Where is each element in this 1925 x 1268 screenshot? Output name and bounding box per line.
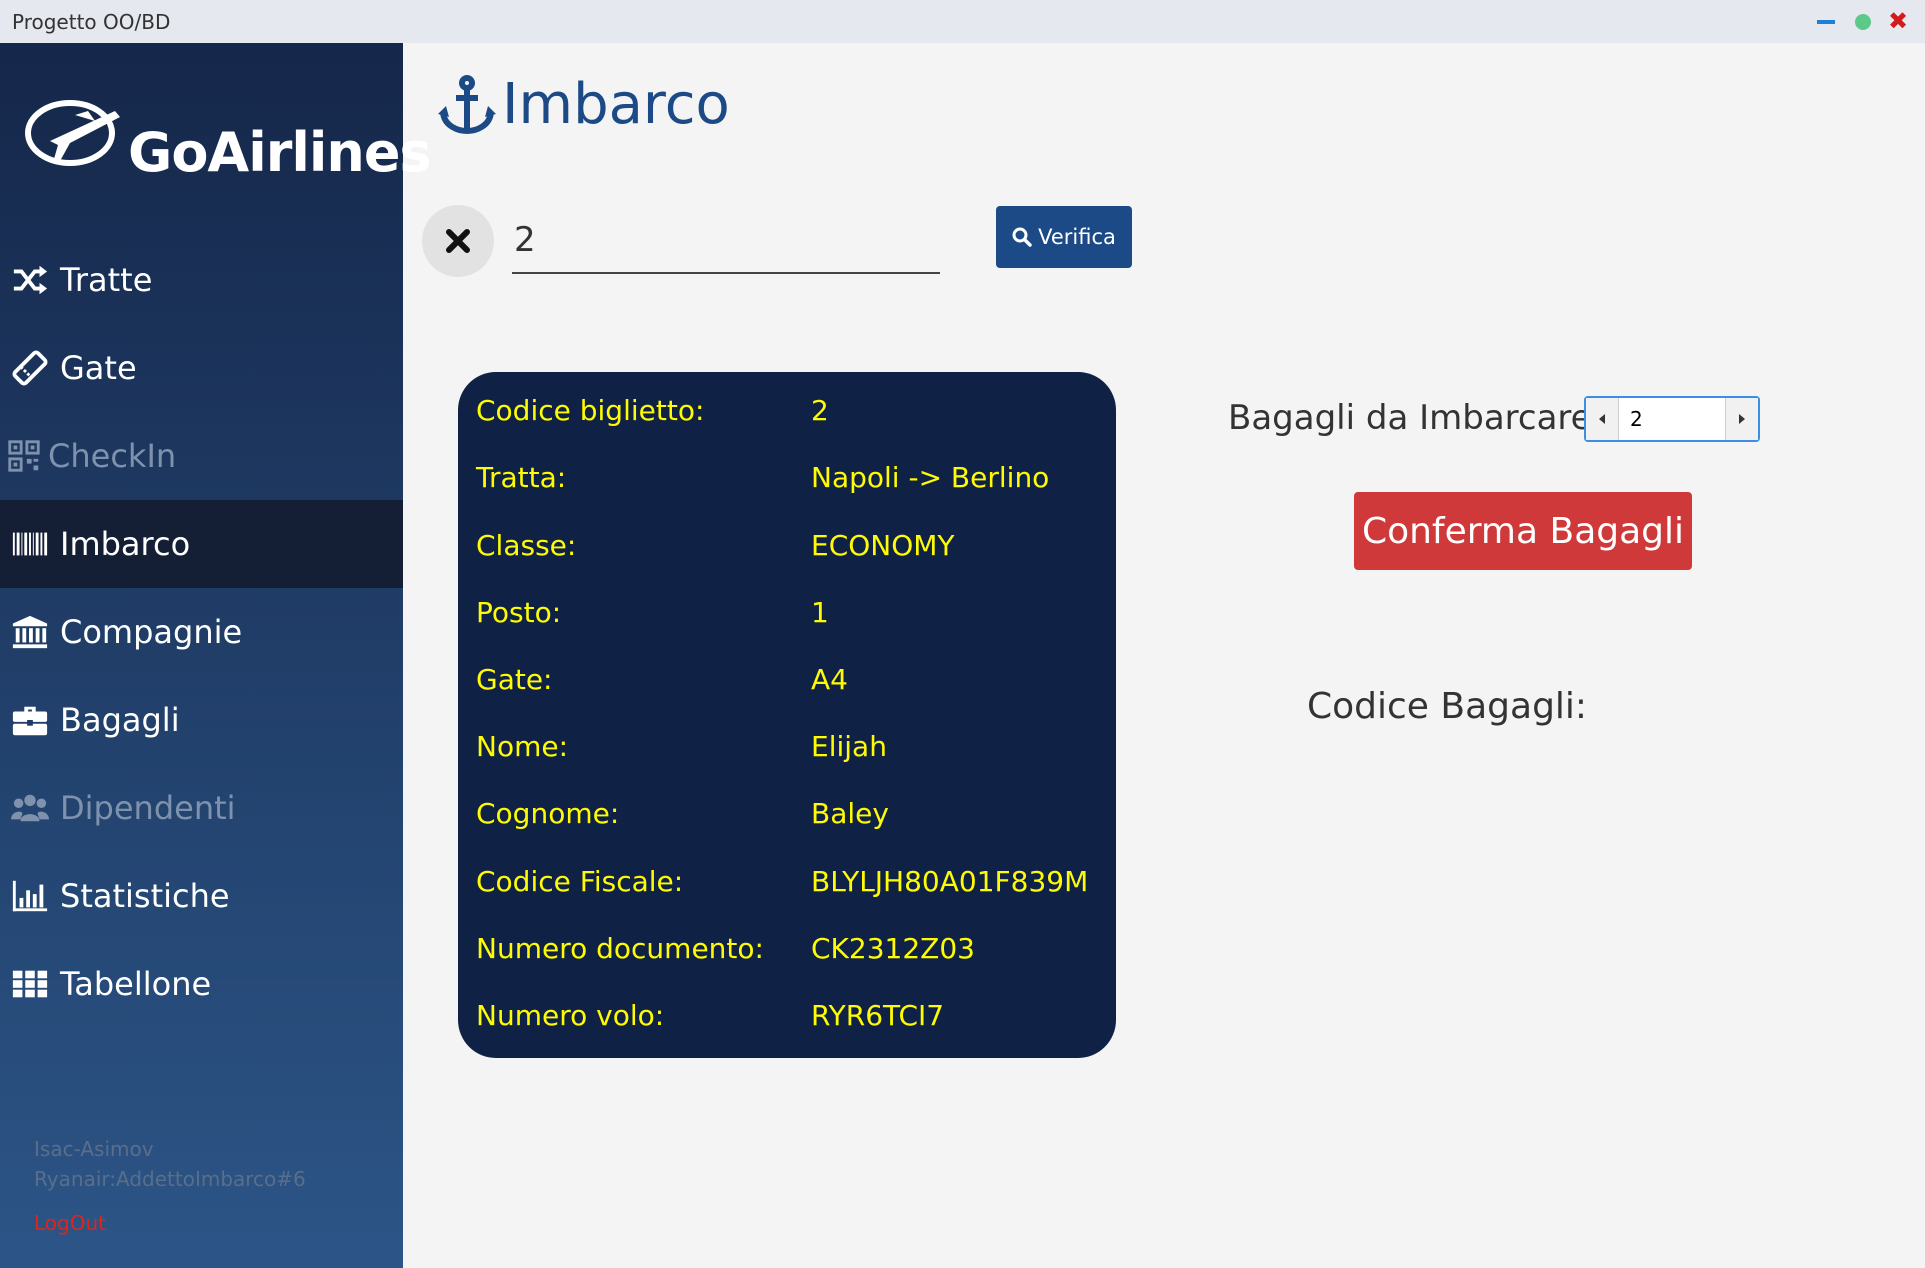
baggage-count-label: Bagagli da Imbarcare:	[1228, 398, 1604, 438]
ticket-field-label: Numero documento:	[476, 932, 764, 965]
ticket-row: Codice biglietto: 2	[458, 394, 1116, 434]
ticket-field-value: 2	[811, 394, 829, 427]
sidebar-item-label: Tratte	[60, 261, 153, 299]
ticket-field-value: CK2312Z03	[811, 932, 975, 965]
bank-icon	[8, 612, 52, 652]
ticket-code-input[interactable]	[512, 208, 940, 274]
sidebar: GoAirlines Tratte Gate CheckIn Imbarco C…	[0, 43, 432, 1268]
bar-chart-icon	[8, 876, 52, 916]
users-icon	[8, 788, 52, 828]
sidebar-item-label: Bagagli	[60, 701, 180, 739]
ticket-field-label: Nome:	[476, 730, 569, 763]
ticket-field-value: RYR6TCI7	[811, 999, 945, 1032]
user-info: Isac-Asimov Ryanair:AddettoImbarco#6	[34, 1134, 306, 1194]
ticket-field-value: BLYLJH80A01F839M	[811, 865, 1089, 898]
ticket-row: Cognome: Baley	[458, 797, 1116, 837]
window-titlebar: Progetto OO/BD ✖	[0, 0, 1925, 43]
ticket-field-value: A4	[811, 663, 848, 696]
plane-globe-icon	[25, 100, 120, 166]
sidebar-item-dipendenti[interactable]: Dipendenti	[0, 764, 403, 852]
qrcode-icon	[2, 436, 46, 476]
verify-button-label: Verifica	[1038, 225, 1116, 249]
ticket-details-card: Codice biglietto: 2 Tratta: Napoli -> Be…	[458, 372, 1116, 1058]
confirm-baggage-button[interactable]: Conferma Bagagli	[1354, 492, 1692, 570]
maximize-button[interactable]	[1850, 9, 1874, 33]
ticket-row: Numero documento: CK2312Z03	[458, 932, 1116, 972]
ticket-row: Classe: ECONOMY	[458, 529, 1116, 569]
sidebar-item-tratte[interactable]: Tratte	[0, 236, 403, 324]
baggage-count-stepper[interactable]	[1584, 396, 1760, 442]
shuffle-icon	[8, 260, 52, 300]
user-name: Isac-Asimov	[34, 1137, 154, 1161]
ticket-row: Gate: A4	[458, 663, 1116, 703]
ticket-field-label: Gate:	[476, 663, 553, 696]
ticket-field-label: Posto:	[476, 596, 562, 629]
grid-icon	[8, 964, 52, 1004]
ticket-field-label: Codice biglietto:	[476, 394, 705, 427]
brand-logo: GoAirlines	[20, 81, 432, 184]
sidebar-item-label: Gate	[60, 349, 137, 387]
search-icon	[1012, 227, 1032, 247]
close-button[interactable]: ✖	[1886, 9, 1910, 33]
ticket-row: Posto: 1	[458, 596, 1116, 636]
ticket-row: Codice Fiscale: BLYLJH80A01F839M	[458, 865, 1116, 905]
sidebar-item-checkin[interactable]: CheckIn	[0, 412, 403, 500]
clear-search-button[interactable]	[422, 205, 494, 277]
caret-left-icon	[1599, 414, 1605, 424]
sidebar-item-compagnie[interactable]: Compagnie	[0, 588, 403, 676]
ticket-field-value: Napoli -> Berlino	[811, 461, 1050, 494]
ticket-field-label: Cognome:	[476, 797, 620, 830]
sidebar-item-statistiche[interactable]: Statistiche	[0, 852, 403, 940]
increment-button[interactable]	[1725, 398, 1758, 440]
sidebar-item-label: Compagnie	[60, 613, 243, 651]
sidebar-item-label: Statistiche	[60, 877, 230, 915]
user-role: Ryanair:AddettoImbarco#6	[34, 1167, 306, 1191]
ticket-field-value: 1	[811, 596, 829, 629]
ticket-row: Nome: Elijah	[458, 730, 1116, 770]
ticket-field-label: Numero volo:	[476, 999, 665, 1032]
sidebar-item-label: Dipendenti	[60, 789, 236, 827]
minimize-button[interactable]	[1814, 9, 1838, 33]
verify-button[interactable]: Verifica	[996, 206, 1132, 268]
briefcase-icon	[8, 700, 52, 740]
sidebar-item-bagagli[interactable]: Bagagli	[0, 676, 403, 764]
sidebar-item-imbarco[interactable]: Imbarco	[0, 500, 403, 588]
sidebar-item-label: Imbarco	[60, 525, 191, 563]
ticket-field-value: Baley	[811, 797, 889, 830]
anchor-icon	[438, 74, 496, 134]
baggage-codes-label: Codice Bagagli:	[1307, 686, 1588, 727]
page-title: Imbarco	[438, 72, 730, 137]
barcode-icon	[8, 524, 52, 564]
baggage-count-input[interactable]	[1620, 398, 1724, 440]
sidebar-item-label: Tabellone	[60, 965, 212, 1003]
brand-name: GoAirlines	[128, 121, 432, 184]
confirm-baggage-label: Conferma Bagagli	[1361, 510, 1685, 552]
logout-link[interactable]: LogOut	[34, 1211, 106, 1235]
ticket-field-label: Classe:	[476, 529, 577, 562]
decrement-button[interactable]	[1586, 398, 1619, 440]
sidebar-item-tabellone[interactable]: Tabellone	[0, 940, 403, 1028]
ticket-field-label: Tratta:	[476, 461, 567, 494]
page-title-text: Imbarco	[502, 72, 730, 137]
ticket-row: Numero volo: RYR6TCI7	[458, 999, 1116, 1039]
ticket-field-label: Codice Fiscale:	[476, 865, 684, 898]
ticket-icon	[8, 348, 52, 388]
sidebar-item-gate[interactable]: Gate	[0, 324, 403, 412]
ticket-field-value: Elijah	[811, 730, 887, 763]
ticket-row: Tratta: Napoli -> Berlino	[458, 461, 1116, 501]
sidebar-item-label: CheckIn	[48, 437, 177, 475]
close-icon	[446, 229, 470, 253]
ticket-field-value: ECONOMY	[811, 529, 955, 562]
window-title: Progetto OO/BD	[12, 10, 171, 34]
caret-right-icon	[1739, 414, 1745, 424]
